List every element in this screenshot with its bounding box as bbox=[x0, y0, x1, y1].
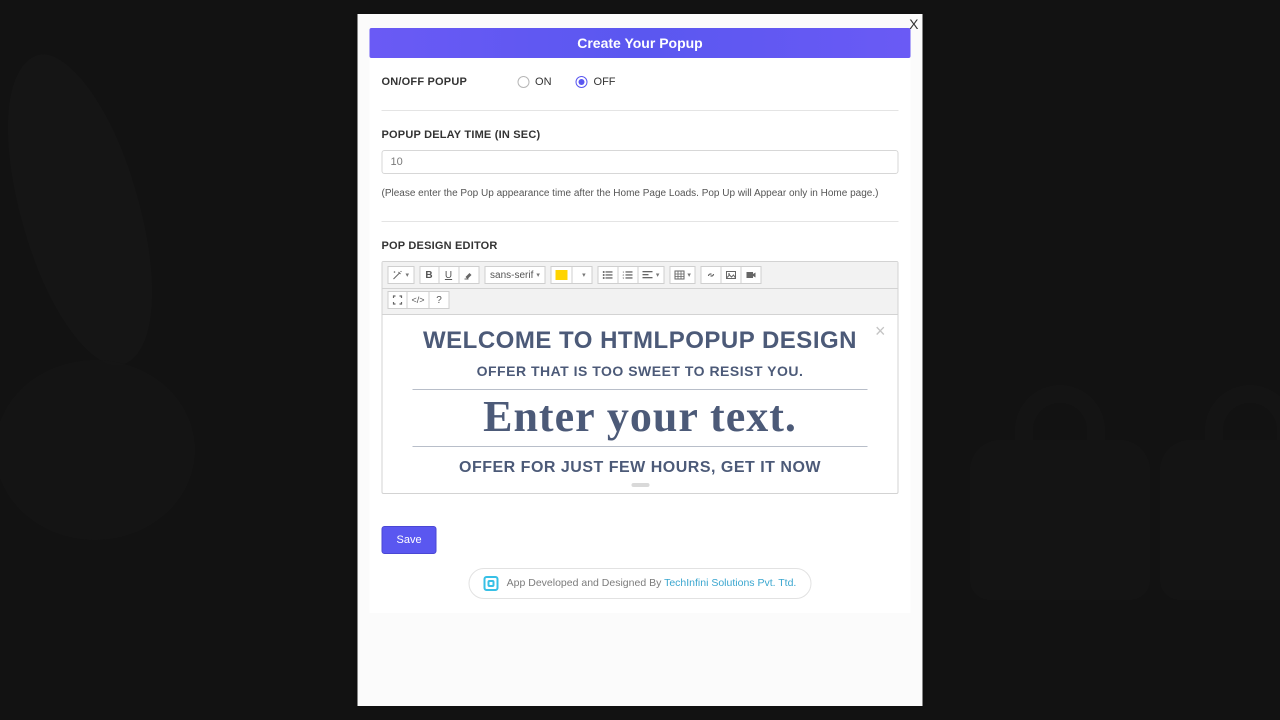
editor-section: POP DESIGN EDITOR ▾ B U bbox=[382, 222, 899, 599]
save-button[interactable]: Save bbox=[382, 526, 437, 554]
editor-toolbar-row2: </> ? bbox=[383, 289, 898, 315]
magic-icon[interactable]: ▾ bbox=[388, 266, 415, 284]
image-icon[interactable] bbox=[722, 266, 742, 284]
delay-label: POPUP DELAY TIME (IN SEC) bbox=[382, 129, 899, 141]
erase-button[interactable] bbox=[459, 266, 479, 284]
font-family-label: sans-serif bbox=[490, 270, 533, 281]
radio-on-label: ON bbox=[535, 76, 552, 88]
unordered-list-icon[interactable] bbox=[598, 266, 619, 284]
radio-off[interactable]: OFF bbox=[576, 76, 616, 88]
company-logo-icon bbox=[484, 576, 499, 591]
close-icon[interactable]: X bbox=[909, 16, 918, 32]
editor-label: POP DESIGN EDITOR bbox=[382, 240, 899, 252]
credit-company-link[interactable]: TechInfini Solutions Pvt. Ttd. bbox=[664, 577, 796, 589]
radio-icon bbox=[517, 76, 529, 88]
modal-title: Create Your Popup bbox=[370, 28, 911, 58]
link-icon[interactable] bbox=[701, 266, 722, 284]
canvas-big-text: Enter your text. bbox=[389, 394, 892, 440]
radio-icon bbox=[576, 76, 588, 88]
underline-button[interactable]: U bbox=[439, 266, 459, 284]
text-color-caret[interactable]: ▾ bbox=[573, 266, 593, 284]
canvas-offer-top: OFFER THAT IS TOO SWEET TO RESIST YOU. bbox=[389, 363, 892, 389]
onoff-label: ON/OFF POPUP bbox=[382, 76, 468, 88]
divider bbox=[413, 389, 868, 390]
text-color-button[interactable] bbox=[551, 266, 573, 284]
canvas-heading: WELCOME TO HTMLPOPUP DESIGN bbox=[411, 327, 870, 355]
divider bbox=[413, 446, 868, 447]
background-decor bbox=[1160, 440, 1280, 600]
credit-prefix: App Developed and Designed By bbox=[507, 577, 664, 589]
background-decor bbox=[970, 440, 1150, 600]
background-decor bbox=[0, 360, 195, 540]
video-icon[interactable] bbox=[742, 266, 762, 284]
onoff-section: ON/OFF POPUP ON OFF bbox=[382, 58, 899, 111]
editor-canvas[interactable]: × WELCOME TO HTMLPOPUP DESIGN OFFER THAT… bbox=[383, 315, 898, 493]
svg-text:3: 3 bbox=[623, 276, 625, 280]
rich-text-editor: ▾ B U sans-serif ▾ bbox=[382, 261, 899, 494]
delay-hint: (Please enter the Pop Up appearance time… bbox=[382, 188, 899, 199]
fullscreen-icon[interactable] bbox=[388, 291, 408, 309]
delay-input[interactable] bbox=[382, 150, 899, 174]
editor-toolbar: ▾ B U sans-serif ▾ bbox=[383, 262, 898, 289]
credit-badge: App Developed and Designed By TechInfini… bbox=[469, 568, 812, 599]
font-family-select[interactable]: sans-serif ▾ bbox=[484, 266, 546, 284]
resize-handle[interactable] bbox=[631, 483, 649, 487]
table-icon[interactable]: ▾ bbox=[669, 266, 696, 284]
radio-off-label: OFF bbox=[594, 76, 616, 88]
canvas-close-icon[interactable]: × bbox=[875, 321, 886, 342]
bold-button[interactable]: B bbox=[419, 266, 439, 284]
radio-on[interactable]: ON bbox=[517, 76, 552, 88]
delay-section: POPUP DELAY TIME (IN SEC) (Please enter … bbox=[382, 111, 899, 222]
help-icon[interactable]: ? bbox=[430, 291, 450, 309]
background-decor bbox=[0, 39, 191, 381]
ordered-list-icon[interactable]: 123 bbox=[619, 266, 639, 284]
align-icon[interactable]: ▾ bbox=[639, 266, 665, 284]
canvas-offer-bottom: OFFER FOR JUST FEW HOURS, GET IT NOW bbox=[389, 459, 892, 477]
codeview-icon[interactable]: </> bbox=[408, 291, 430, 309]
popup-creator-modal: X Create Your Popup ON/OFF POPUP ON OFF … bbox=[358, 14, 923, 706]
